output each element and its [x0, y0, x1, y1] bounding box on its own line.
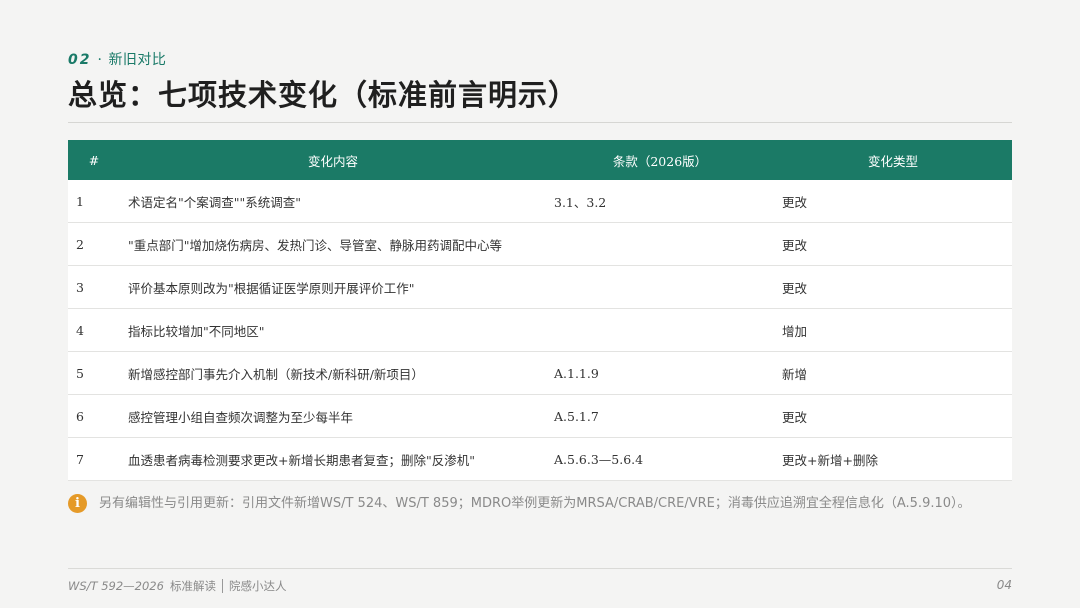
info-icon: i	[68, 494, 87, 513]
row-content: 术语定名"个案调查""系统调查"	[120, 180, 546, 223]
footer-author: 院感小达人	[228, 579, 287, 593]
section-number: 02	[68, 52, 92, 68]
row-content: 指标比较增加"不同地区"	[120, 308, 546, 352]
row-clause	[546, 308, 774, 352]
row-content: 血透患者病毒检测要求更改+新增长期患者复查；删除"反渗机"	[120, 437, 546, 481]
row-content: 评价基本原则改为"根据循证医学原则开展评价工作"	[120, 265, 546, 309]
section-title: 新旧对比	[108, 52, 167, 68]
row-content: 感控管理小组自查频次调整为至少每半年	[120, 394, 546, 438]
row-number: 4	[68, 308, 120, 352]
footer-divider	[68, 568, 1012, 569]
row-type: 更改	[774, 394, 1012, 438]
table-row: 2 "重点部门"增加烧伤病房、发热门诊、导管室、静脉用药调配中心等 更改	[68, 222, 1012, 266]
page-number: 04	[996, 578, 1012, 592]
row-type: 更改	[774, 265, 1012, 309]
title-divider	[68, 122, 1012, 123]
row-number: 6	[68, 394, 120, 438]
column-header-number: #	[68, 140, 120, 180]
row-content: 新增感控部门事先介入机制（新技术/新科研/新项目）	[120, 351, 546, 395]
row-type: 新增	[774, 351, 1012, 395]
footnote-text: 另有编辑性与引用更新：引用文件新增WS/T 524、WS/T 859；MDRO举…	[99, 496, 971, 511]
table-row: 4 指标比较增加"不同地区" 增加	[68, 308, 1012, 352]
row-content: "重点部门"增加烧伤病房、发热门诊、导管室、静脉用药调配中心等	[120, 222, 546, 266]
row-type: 更改	[774, 222, 1012, 266]
table-row: 1 术语定名"个案调查""系统调查" 3.1、3.2 更改	[68, 180, 1012, 223]
row-number: 5	[68, 351, 120, 395]
row-type: 更改+新增+删除	[774, 437, 1012, 481]
row-clause	[546, 222, 774, 266]
row-clause: A.5.6.3—5.6.4	[546, 437, 774, 481]
row-type: 更改	[774, 180, 1012, 223]
table-row: 5 新增感控部门事先介入机制（新技术/新科研/新项目） A.1.1.9 新增	[68, 351, 1012, 395]
changes-table: # 变化内容 条款（2026版） 变化类型 1 术语定名"个案调查""系统调查"…	[68, 140, 1012, 481]
section-label: 02 · 新旧对比	[68, 49, 166, 69]
section-dot: ·	[97, 52, 103, 68]
row-number: 3	[68, 265, 120, 309]
footnote: i 另有编辑性与引用更新：引用文件新增WS/T 524、WS/T 859；MDR…	[68, 492, 1012, 516]
footer-doc-id: WS/T 592—2026	[68, 579, 164, 593]
column-header-content: 变化内容	[120, 140, 546, 180]
row-number: 2	[68, 222, 120, 266]
table-row: 7 血透患者病毒检测要求更改+新增长期患者复查；删除"反渗机" A.5.6.3—…	[68, 437, 1012, 481]
row-number: 7	[68, 437, 120, 481]
table-row: 6 感控管理小组自查频次调整为至少每半年 A.5.1.7 更改	[68, 394, 1012, 438]
row-clause: 3.1、3.2	[546, 180, 774, 223]
page-title: 总览：七项技术变化（标准前言明示）	[68, 78, 579, 112]
footer-label: 标准解读	[169, 579, 216, 593]
column-header-clause: 条款（2026版）	[546, 140, 774, 180]
row-clause	[546, 265, 774, 309]
table-row: 3 评价基本原则改为"根据循证医学原则开展评价工作" 更改	[68, 265, 1012, 309]
column-header-type: 变化类型	[774, 140, 1012, 180]
footer-left: WS/T 592—2026 标准解读 院感小达人	[68, 578, 286, 594]
row-clause: A.5.1.7	[546, 394, 774, 438]
row-clause: A.1.1.9	[546, 351, 774, 395]
row-number: 1	[68, 180, 120, 223]
footer-separator	[221, 579, 223, 593]
row-type: 增加	[774, 308, 1012, 352]
table-header-row: # 变化内容 条款（2026版） 变化类型	[68, 140, 1012, 180]
